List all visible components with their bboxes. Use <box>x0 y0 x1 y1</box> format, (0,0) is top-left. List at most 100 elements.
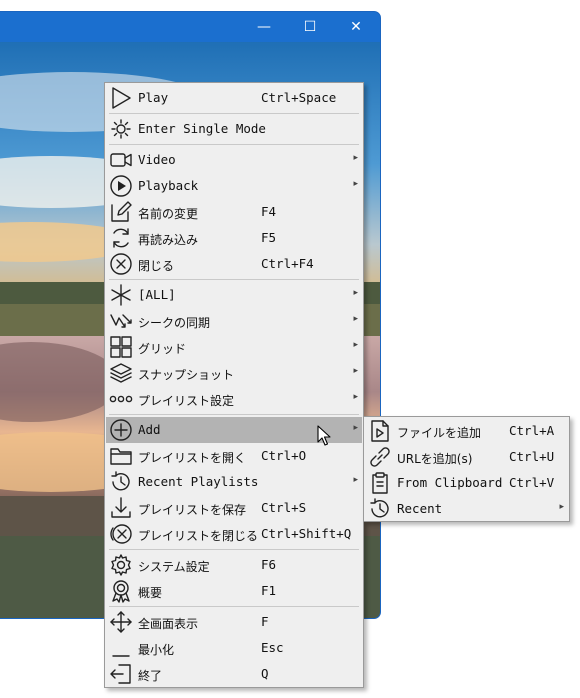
fullscreen-arrows-icon <box>109 610 133 634</box>
menu-item-label: グリッド <box>138 342 187 356</box>
menu-item-seek-sync[interactable]: シークの同期 ▸ <box>106 308 362 334</box>
menu-item-label: システム設定 <box>138 560 210 574</box>
menu-item-label: スナップショット <box>138 368 235 382</box>
history-icon <box>109 470 133 494</box>
save-down-icon <box>109 496 133 520</box>
submenu-arrow-icon: ▸ <box>353 288 358 298</box>
grid-icon <box>109 335 133 359</box>
menu-item-label: 終了 <box>138 669 163 683</box>
menu-item-from-clipboard[interactable]: From Clipboard Ctrl+V <box>365 470 568 496</box>
close-playlist-icon <box>109 522 133 546</box>
menu-item-label: From Clipboard <box>397 475 503 490</box>
minimize-icon <box>109 636 133 660</box>
menu-item-reload[interactable]: 再読み込み F5 <box>106 225 362 251</box>
menu-item-label: Play <box>138 90 169 105</box>
menu-item-fullscreen[interactable]: 全画面表示 F <box>106 609 362 635</box>
clipboard-icon <box>368 471 392 495</box>
menu-item-add-url[interactable]: URLを追加(s) Ctrl+U <box>365 444 568 470</box>
menu-item-shortcut: F6 <box>261 557 277 572</box>
menu-item-shortcut: Q <box>261 666 269 681</box>
menu-item-label: Playback <box>138 178 199 193</box>
menu-item-minimize[interactable]: 最小化 Esc <box>106 635 362 661</box>
folder-icon <box>109 444 133 468</box>
menu-item-playlist-settings[interactable]: プレイリスト設定 ▸ <box>106 386 362 412</box>
menu-item-label: 名前の変更 <box>138 207 199 221</box>
menu-item-recent-playlists[interactable]: Recent Playlists ▸ <box>106 469 362 495</box>
menu-item-label: Enter Single Mode <box>138 121 266 136</box>
layers-icon <box>109 361 133 385</box>
menu-item-rename[interactable]: 名前の変更 F4 <box>106 199 362 225</box>
menu-item-shortcut: Ctrl+V <box>509 475 555 490</box>
link-icon <box>368 445 392 469</box>
menu-item-close-playlist[interactable]: プレイリストを閉じる Ctrl+Shift+Q <box>106 521 362 547</box>
gear-icon <box>109 553 133 577</box>
close-circle-icon <box>109 252 133 276</box>
menu-item-shortcut: Ctrl+U <box>509 449 555 464</box>
minimize-window-button[interactable]: — <box>241 12 287 42</box>
menu-item-video[interactable]: Video ▸ <box>106 147 362 173</box>
menu-item-grid[interactable]: グリッド ▸ <box>106 334 362 360</box>
menu-item-playback[interactable]: Playback ▸ <box>106 173 362 199</box>
mouse-cursor-icon <box>317 425 331 446</box>
menu-item-label: Recent Playlists <box>138 474 259 489</box>
menu-item-save-playlist[interactable]: プレイリストを保存 Ctrl+S <box>106 495 362 521</box>
exit-icon <box>109 662 133 686</box>
menu-item-single-mode[interactable]: Enter Single Mode <box>106 116 362 142</box>
menu-item-shortcut: Ctrl+S <box>261 500 307 515</box>
menu-item-label: Recent <box>397 501 443 516</box>
menu-item-label: プレイリストを保存 <box>138 503 247 517</box>
menu-item-snapshot[interactable]: スナップショット ▸ <box>106 360 362 386</box>
menu-item-label: [ALL] <box>138 287 176 302</box>
add-submenu: ファイルを追加 Ctrl+A URLを追加(s) Ctrl+U From Clipboa… <box>363 416 570 522</box>
menu-item-recent[interactable]: Recent ▸ <box>365 496 568 522</box>
menu-separator <box>109 606 359 607</box>
reload-icon <box>109 226 133 250</box>
award-icon <box>109 579 133 603</box>
playback-circle-icon <box>109 174 133 198</box>
menu-item-label: 再読み込み <box>138 233 199 247</box>
menu-item-shortcut: Ctrl+Shift+Q <box>261 526 352 541</box>
menu-item-shortcut: Esc <box>261 640 284 655</box>
submenu-arrow-icon: ▸ <box>559 502 564 512</box>
menu-item-label: プレイリスト設定 <box>138 394 235 408</box>
menu-item-label: シークの同期 <box>138 316 211 330</box>
submenu-arrow-icon: ▸ <box>353 179 358 189</box>
submenu-arrow-icon: ▸ <box>353 314 358 324</box>
submenu-arrow-icon: ▸ <box>353 340 358 350</box>
menu-item-label: プレイリストを閉じる <box>138 529 259 543</box>
close-window-icon: ✕ <box>350 19 362 35</box>
menu-item-about[interactable]: 概要 F1 <box>106 578 362 604</box>
submenu-arrow-icon: ▸ <box>353 392 358 402</box>
title-bar: — ☐ ✕ <box>0 12 380 42</box>
menu-item-shortcut: F5 <box>261 230 277 245</box>
maximize-window-icon: ☐ <box>303 19 317 35</box>
history-icon <box>368 497 392 521</box>
menu-item-label: プレイリストを開く <box>138 451 247 465</box>
maximize-window-button[interactable]: ☐ <box>287 12 333 42</box>
seek-sync-icon <box>109 309 133 333</box>
menu-separator <box>109 279 359 280</box>
menu-separator <box>109 414 359 415</box>
video-camera-icon <box>109 148 133 172</box>
menu-item-label: 全画面表示 <box>138 617 199 631</box>
menu-item-exit[interactable]: 終了 Q <box>106 661 362 687</box>
edit-icon <box>109 200 133 224</box>
menu-item-play[interactable]: Play Ctrl+Space <box>106 85 362 111</box>
submenu-arrow-icon: ▸ <box>353 423 358 433</box>
context-menu: Play Ctrl+Space Enter Single Mode Video ▸ Pla… <box>104 82 364 688</box>
playlist-dots-icon <box>109 387 133 411</box>
menu-item-close[interactable]: 閉じる Ctrl+F4 <box>106 251 362 277</box>
menu-separator <box>109 144 359 145</box>
menu-item-label: Add <box>138 422 161 437</box>
add-file-icon <box>368 419 392 443</box>
menu-item-shortcut: F4 <box>261 204 277 219</box>
menu-separator <box>109 549 359 550</box>
close-window-button[interactable]: ✕ <box>333 12 379 42</box>
menu-item-add-file[interactable]: ファイルを追加 Ctrl+A <box>365 418 568 444</box>
menu-item-label: 最小化 <box>138 643 175 657</box>
menu-item-label: 概要 <box>138 586 163 600</box>
play-icon <box>109 86 133 110</box>
menu-item-label: ファイルを追加 <box>397 426 482 440</box>
menu-item-all[interactable]: [ALL] ▸ <box>106 282 362 308</box>
menu-item-system-settings[interactable]: システム設定 F6 <box>106 552 362 578</box>
